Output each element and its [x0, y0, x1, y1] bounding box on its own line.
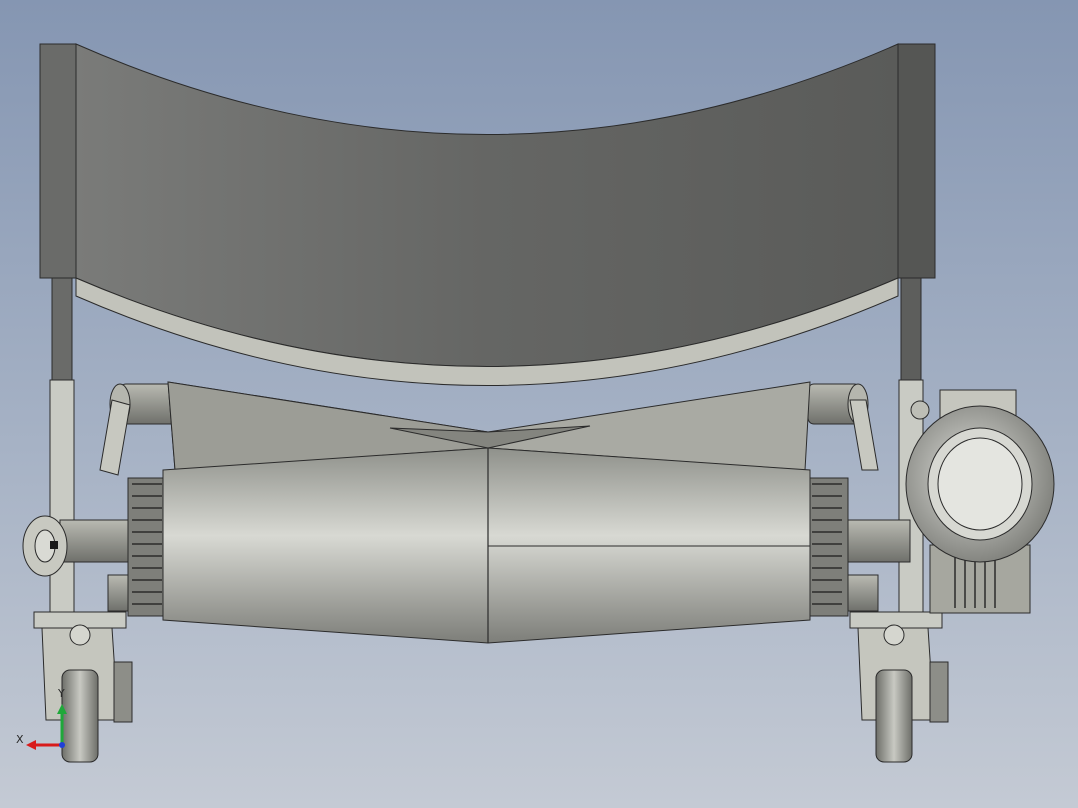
- triad-x-label: X: [16, 733, 24, 746]
- left-sprocket-icon: [127, 477, 169, 617]
- triad-y-label: Y: [58, 687, 65, 700]
- belt-shield-icon: [75, 43, 899, 386]
- drive-motor-icon: [905, 389, 1055, 614]
- model-scene[interactable]: [0, 0, 1078, 808]
- right-pivot-arm-icon: [807, 383, 879, 471]
- left-caster-wheel-icon: [41, 624, 133, 763]
- right-caster-wheel-icon: [857, 624, 949, 763]
- cad-viewport[interactable]: X Y: [0, 0, 1078, 808]
- right-sprocket-icon: [807, 477, 849, 617]
- left-pivot-arm-icon: [99, 383, 181, 476]
- double-cone-roller-icon: [162, 447, 811, 644]
